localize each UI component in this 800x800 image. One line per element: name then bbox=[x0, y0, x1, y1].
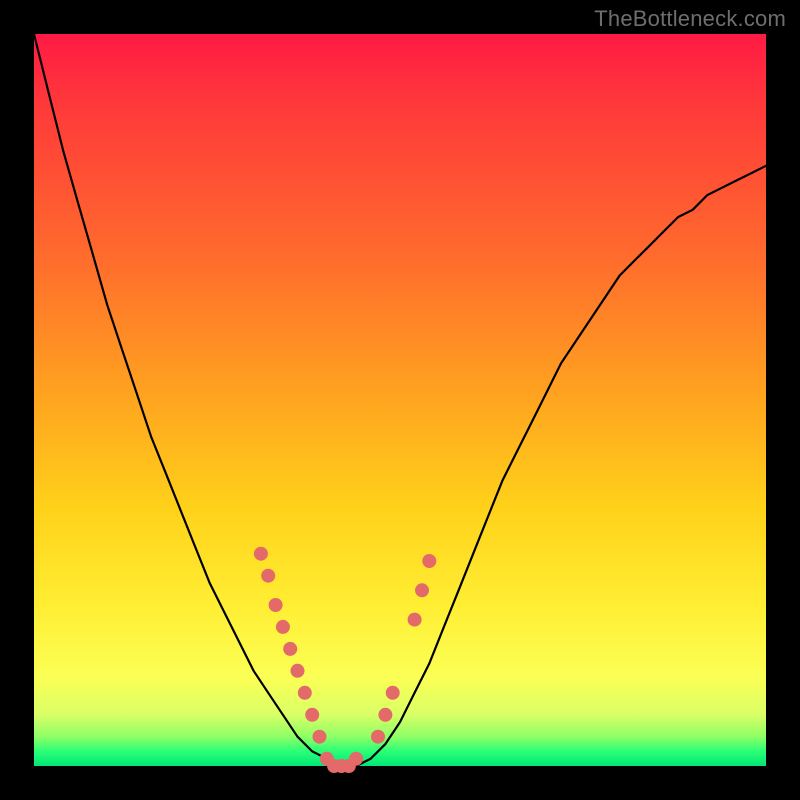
sample-dot bbox=[415, 583, 429, 597]
sample-dot bbox=[349, 752, 363, 766]
sample-dot bbox=[298, 686, 312, 700]
sample-dot bbox=[291, 664, 305, 678]
sample-dot bbox=[254, 547, 268, 561]
sample-dot bbox=[269, 598, 283, 612]
sample-dot bbox=[276, 620, 290, 634]
sample-dot bbox=[408, 613, 422, 627]
sample-dot bbox=[422, 554, 436, 568]
sample-dots bbox=[254, 547, 436, 773]
bottleneck-curve bbox=[34, 34, 766, 766]
sample-dot bbox=[283, 642, 297, 656]
sample-dot bbox=[371, 730, 385, 744]
sample-dot bbox=[261, 569, 275, 583]
plot-area bbox=[34, 34, 766, 766]
sample-dot bbox=[305, 708, 319, 722]
sample-dot bbox=[313, 730, 327, 744]
chart-frame: TheBottleneck.com bbox=[0, 0, 800, 800]
watermark-text: TheBottleneck.com bbox=[594, 6, 786, 32]
sample-dot bbox=[386, 686, 400, 700]
sample-dot bbox=[378, 708, 392, 722]
curve-layer bbox=[34, 34, 766, 766]
